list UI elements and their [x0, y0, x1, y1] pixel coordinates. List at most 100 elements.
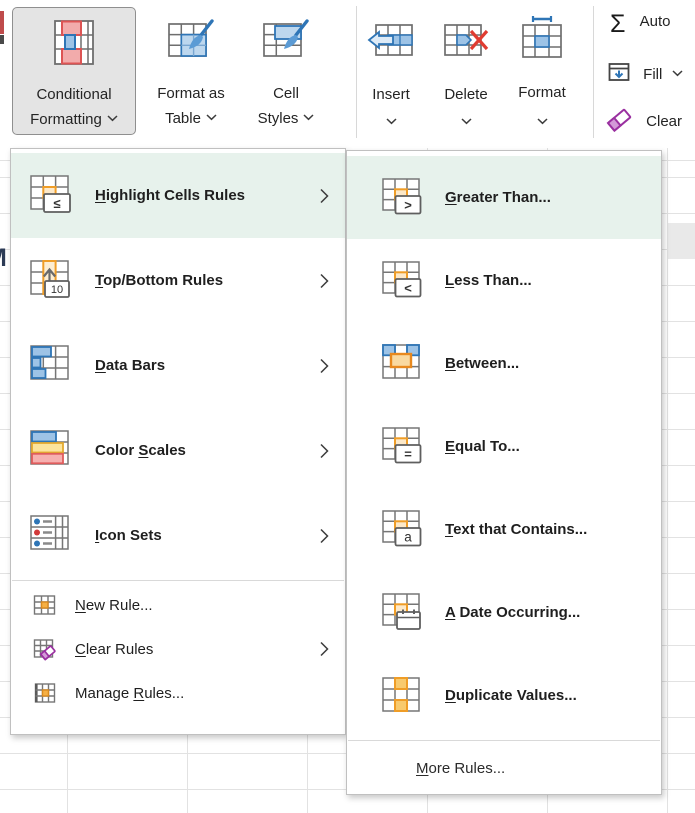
button-label: Fill	[643, 66, 662, 83]
menu-item-label: Color Scales	[95, 442, 186, 459]
eraser-icon	[604, 104, 636, 138]
menu-item-top-bottom-rules[interactable]: 10 Top/Bottom Rules	[11, 238, 345, 323]
cell-styles-icon	[262, 18, 310, 71]
menu-item-color-scales[interactable]: Color Scales	[11, 408, 345, 493]
svg-text:a: a	[404, 529, 412, 544]
new-rule-icon	[33, 593, 57, 617]
button-label: Clear	[646, 113, 682, 130]
menu-item-label: A Date Occurring...	[445, 604, 580, 621]
submenu-arrow-icon	[320, 273, 329, 289]
text-that-contains-icon: a	[381, 508, 425, 552]
button-label: Delete	[436, 83, 496, 106]
submenu-item-text-that-contains[interactable]: a Text that Contains...	[347, 488, 661, 571]
chevron-down-icon	[303, 105, 314, 128]
submenu-item-duplicate-values[interactable]: Duplicate Values...	[347, 654, 661, 737]
data-bars-icon	[29, 343, 75, 389]
menu-item-label: Manage Rules...	[75, 685, 184, 702]
submenu-arrow-icon	[320, 188, 329, 204]
autosum-button[interactable]: Σ Auto	[610, 10, 671, 39]
button-label: Insert	[363, 83, 419, 106]
highlight-cells-rules-submenu: > Greater Than... < Less Than...	[346, 150, 662, 795]
menu-item-icon-sets[interactable]: Icon Sets	[11, 493, 345, 578]
submenu-arrow-icon	[320, 528, 329, 544]
duplicate-values-icon	[381, 674, 425, 718]
cell-styles-button[interactable]: Cell Styles	[246, 7, 326, 135]
svg-text:10: 10	[51, 284, 63, 296]
between-icon	[381, 342, 425, 386]
menu-item-manage-rules[interactable]: Manage Rules...	[11, 671, 345, 715]
menu-item-label: Clear Rules	[75, 641, 153, 658]
menu-item-label: Top/Bottom Rules	[95, 272, 223, 289]
ribbon-group-separator	[593, 6, 594, 138]
fill-button[interactable]: Fill	[608, 62, 683, 87]
sigma-icon: Σ	[610, 10, 625, 38]
chevron-down-icon	[363, 109, 419, 132]
button-label: Table	[165, 110, 201, 127]
button-label: Format as	[138, 82, 244, 105]
worksheet-clipped-text: M	[0, 244, 9, 272]
greater-than-icon: >	[381, 176, 425, 220]
conditional-formatting-button[interactable]: Conditional Formatting	[12, 7, 136, 135]
menu-item-label: Between...	[445, 355, 519, 372]
submenu-item-greater-than[interactable]: > Greater Than...	[347, 156, 661, 239]
menu-item-label: Greater Than...	[445, 189, 551, 206]
button-label: Conditional	[13, 83, 135, 106]
button-label: Auto	[640, 13, 671, 30]
clear-button[interactable]: Clear	[604, 104, 682, 138]
svg-text:≤: ≤	[53, 196, 60, 211]
menu-item-label: New Rule...	[75, 597, 153, 614]
a-date-occurring-icon	[381, 591, 425, 635]
delete-button[interactable]: Delete	[436, 7, 496, 135]
submenu-item-a-date-occurring[interactable]: A Date Occurring...	[347, 571, 661, 654]
menu-item-clear-rules[interactable]: Clear Rules	[11, 627, 345, 671]
delete-cells-icon	[442, 23, 490, 64]
menu-item-label: Duplicate Values...	[445, 687, 577, 704]
format-button[interactable]: Format	[512, 7, 572, 135]
chevron-down-icon	[672, 64, 683, 81]
fill-icon	[608, 62, 631, 87]
menu-item-label: Icon Sets	[95, 527, 162, 544]
submenu-item-equal-to[interactable]: = Equal To...	[347, 405, 661, 488]
submenu-arrow-icon	[320, 641, 329, 657]
menu-item-label: Equal To...	[445, 438, 520, 455]
menu-item-label: Data Bars	[95, 357, 165, 374]
menu-separator	[12, 580, 344, 581]
ribbon: Conditional Formatting Format as Table	[0, 0, 695, 148]
chevron-down-icon	[206, 105, 217, 128]
top-bottom-rules-icon: 10	[29, 258, 75, 304]
menu-item-label: Less Than...	[445, 272, 532, 289]
insert-cells-icon	[367, 23, 415, 64]
conditional-formatting-menu: ≤ Highlight Cells Rules 10 Top/Bottom Ru…	[10, 148, 346, 735]
svg-text:<: <	[404, 280, 412, 295]
format-as-table-icon	[167, 18, 215, 71]
clear-rules-icon	[33, 637, 57, 661]
menu-item-data-bars[interactable]: Data Bars	[11, 323, 345, 408]
format-cells-icon	[518, 15, 566, 64]
button-label: Styles	[258, 110, 299, 127]
submenu-arrow-icon	[320, 443, 329, 459]
button-label: Cell	[246, 82, 326, 105]
menu-item-label: Text that Contains...	[445, 521, 587, 538]
icon-sets-icon	[29, 513, 75, 559]
submenu-arrow-icon	[320, 358, 329, 374]
submenu-item-between[interactable]: Between...	[347, 322, 661, 405]
color-scales-icon	[29, 428, 75, 474]
conditional-formatting-icon	[50, 19, 98, 72]
format-as-table-button[interactable]: Format as Table	[138, 7, 244, 135]
menu-separator	[348, 740, 660, 741]
svg-text:>: >	[404, 197, 412, 212]
chevron-down-icon	[512, 109, 572, 132]
menu-item-label: More Rules...	[416, 760, 505, 777]
chevron-down-icon	[107, 106, 118, 129]
equal-to-icon: =	[381, 425, 425, 469]
button-label: Formatting	[30, 111, 102, 128]
button-label: Format	[512, 81, 572, 104]
menu-item-label: Highlight Cells Rules	[95, 187, 245, 204]
menu-item-highlight-cells-rules[interactable]: ≤ Highlight Cells Rules	[11, 153, 345, 238]
menu-item-new-rule[interactable]: New Rule...	[11, 583, 345, 627]
submenu-item-less-than[interactable]: < Less Than...	[347, 239, 661, 322]
submenu-item-more-rules[interactable]: More Rules...	[347, 744, 661, 792]
svg-text:=: =	[404, 446, 412, 461]
worksheet-grey-cell	[668, 223, 695, 259]
insert-button[interactable]: Insert	[363, 7, 419, 135]
